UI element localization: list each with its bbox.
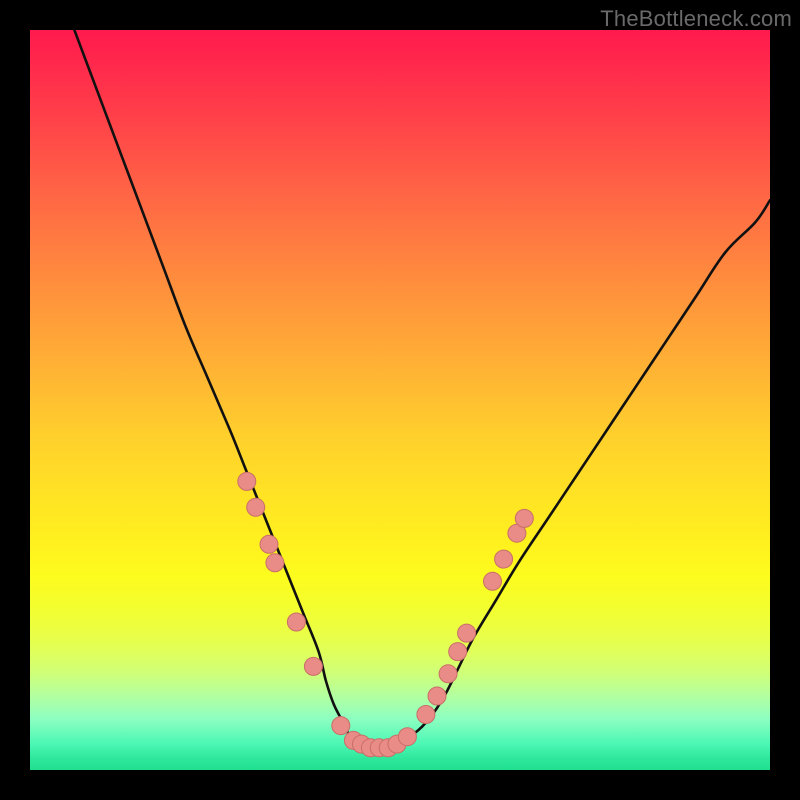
data-point xyxy=(484,572,502,590)
data-point xyxy=(266,554,284,572)
data-point xyxy=(287,613,305,631)
data-point xyxy=(495,550,513,568)
data-point xyxy=(439,665,457,683)
data-point xyxy=(238,472,256,490)
data-point xyxy=(247,498,265,516)
data-point xyxy=(458,624,476,642)
data-point xyxy=(304,657,322,675)
plot-area xyxy=(30,30,770,770)
data-point xyxy=(260,535,278,553)
bottleneck-curve xyxy=(74,30,770,749)
watermark-text: TheBottleneck.com xyxy=(600,6,792,32)
data-point xyxy=(398,728,416,746)
chart-svg xyxy=(30,30,770,770)
data-points xyxy=(238,472,534,756)
data-point xyxy=(332,717,350,735)
chart-frame: TheBottleneck.com xyxy=(0,0,800,800)
data-point xyxy=(515,509,533,527)
data-point xyxy=(428,687,446,705)
data-point xyxy=(417,706,435,724)
data-point xyxy=(449,643,467,661)
